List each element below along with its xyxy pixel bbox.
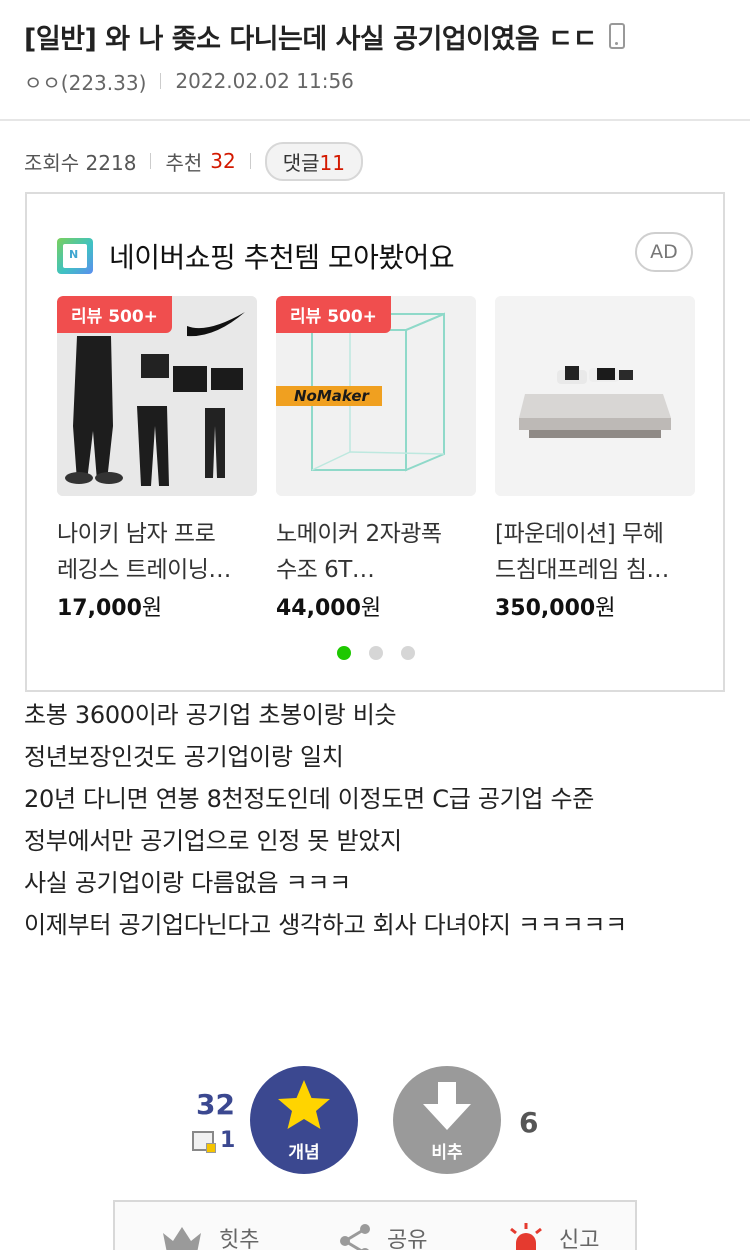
fixed-upvote: 1 (192, 1128, 235, 1153)
carousel-dot[interactable] (369, 646, 383, 660)
vote-section: 32 1 개념 비추 6 (0, 1066, 750, 1176)
body-line: 정부에서만 공기업으로 인정 못 받았지 (24, 827, 402, 855)
author-name[interactable]: ㅇㅇ(223.33) (24, 67, 146, 96)
product-name-line: 드침대프레임 침… (495, 557, 669, 583)
star-icon (278, 1080, 330, 1129)
recommend-count: 32 (210, 149, 236, 173)
post-date: 2022.02.02 11:56 (175, 69, 354, 93)
fixed-user-icon (192, 1130, 216, 1153)
product-name-line: 수조 6T… (276, 557, 375, 583)
shopping-ad: N 네이버쇼핑 추천템 모아봤어요 AD 리뷰 500+ 나이키 남자 프로 레… (25, 192, 725, 692)
product-card[interactable]: [파운데이션] 무헤 드침대프레임 침… 350,000원 (495, 296, 695, 622)
product-name[interactable]: [파운데이션] 무헤 드침대프레임 침… (495, 516, 695, 588)
price-unit: 원 (595, 596, 616, 621)
downvote-button[interactable]: 비추 (393, 1066, 501, 1174)
crown-icon (163, 1227, 201, 1250)
divider (150, 153, 152, 169)
comments-count: 11 (319, 150, 345, 175)
post-meta: ㅇㅇ(223.33) 2022.02.02 11:56 (24, 66, 726, 96)
post-title: [일반] 와 나 좆소 다니는데 사실 공기업이였음 ㄷㄷ (24, 18, 726, 55)
product-price: 44,000원 (276, 590, 476, 622)
post-stats: 조회수 2218 추천 32 댓글11 (24, 141, 363, 181)
recommend-label: 추천 (165, 150, 203, 175)
product-image-bed[interactable] (495, 296, 695, 496)
product-price: 350,000원 (495, 590, 695, 622)
post-header: [일반] 와 나 좆소 다니는데 사실 공기업이였음 ㄷㄷ ㅇㅇ(223.33)… (0, 0, 750, 96)
share-icon (340, 1224, 370, 1250)
carousel-dot[interactable] (401, 646, 415, 660)
report-button[interactable]: 신고 (507, 1222, 599, 1250)
comments-label: 댓글 (282, 150, 320, 175)
body-line: 사실 공기업이랑 다름없음 ㅋㅋㅋ (24, 869, 351, 897)
post-body: 초봉 3600이라 공기업 초봉이랑 비슷 정년보장인것도 공기업이랑 일치 2… (24, 694, 627, 946)
upvote-count: 32 (196, 1088, 235, 1121)
ad-badge[interactable]: AD (635, 232, 693, 272)
product-card[interactable]: 리뷰 500+ NoMaker 노메이커 2자광폭 수조 6T… 44,000원 (276, 296, 476, 622)
naver-shopping-logo-icon: N (57, 238, 93, 274)
fixed-upvote-count: 1 (220, 1128, 236, 1153)
share-label: 공유 (387, 1228, 428, 1250)
body-line: 20년 다니면 연봉 8천정도인데 이정도면 C급 공기업 수준 (24, 785, 595, 813)
price-unit: 원 (360, 596, 382, 621)
product-price: 17,000원 (57, 590, 257, 622)
product-card[interactable]: 리뷰 500+ 나이키 남자 프로 레깅스 트레이닝… 17,000원 (57, 296, 257, 622)
downvote-label: 비추 (431, 1143, 463, 1163)
price-unit: 원 (141, 596, 163, 621)
product-name[interactable]: 노메이커 2자광폭 수조 6T… (276, 516, 476, 588)
downvote-count: 6 (519, 1106, 539, 1139)
mobile-icon (608, 23, 625, 49)
siren-icon (510, 1223, 542, 1250)
upvote-label: 개념 (288, 1143, 320, 1163)
ad-header: N 네이버쇼핑 추천템 모아봤어요 (57, 236, 455, 276)
brand-label: NoMaker (294, 387, 369, 405)
body-line: 이제부터 공기업다닌다고 생각하고 회사 다녀야지 ㅋㅋㅋㅋㅋ (24, 911, 627, 939)
post-actions-bar: 힛추 공유 신고 (113, 1200, 637, 1250)
views-count: 조회수 2218 (24, 150, 137, 175)
review-badge: 리뷰 500+ (57, 296, 172, 333)
review-badge: 리뷰 500+ (276, 296, 391, 333)
price-value: 44,000 (276, 596, 361, 621)
price-value: 350,000 (495, 596, 596, 621)
header-divider (0, 119, 750, 121)
product-image-tank[interactable]: 리뷰 500+ NoMaker (276, 296, 476, 496)
body-line: 초봉 3600이라 공기업 초봉이랑 비슷 (24, 701, 397, 729)
comments-button[interactable]: 댓글11 (264, 141, 363, 181)
ad-title: 네이버쇼핑 추천템 모아봤어요 (109, 241, 455, 274)
post-title-text: [일반] 와 나 좆소 다니는데 사실 공기업이였음 ㄷㄷ (24, 23, 597, 55)
product-image-nike[interactable]: 리뷰 500+ (57, 296, 257, 496)
report-label: 신고 (559, 1228, 600, 1250)
product-name-line: 레깅스 트레이닝… (57, 557, 231, 583)
carousel-dot[interactable] (337, 646, 351, 660)
hit-button[interactable]: 힛추 (159, 1222, 259, 1250)
price-value: 17,000 (57, 596, 142, 621)
upvote-button[interactable]: 개념 (250, 1066, 358, 1174)
carousel-pagination (337, 646, 433, 660)
divider (160, 73, 162, 89)
body-line: 정년보장인것도 공기업이랑 일치 (24, 743, 344, 771)
divider (249, 153, 251, 169)
product-name-line: 나이키 남자 프로 (57, 521, 216, 547)
bed-frame-image (495, 296, 695, 496)
product-name-line: 노메이커 2자광폭 (276, 521, 442, 547)
arrow-down-icon (423, 1082, 471, 1130)
product-name-line: [파운데이션] 무헤 (495, 521, 664, 547)
product-carousel: 리뷰 500+ 나이키 남자 프로 레깅스 트레이닝… 17,000원 리뷰 5… (57, 296, 714, 622)
product-name[interactable]: 나이키 남자 프로 레깅스 트레이닝… (57, 516, 257, 588)
hit-label: 힛추 (219, 1228, 260, 1250)
share-button[interactable]: 공유 (337, 1222, 427, 1250)
